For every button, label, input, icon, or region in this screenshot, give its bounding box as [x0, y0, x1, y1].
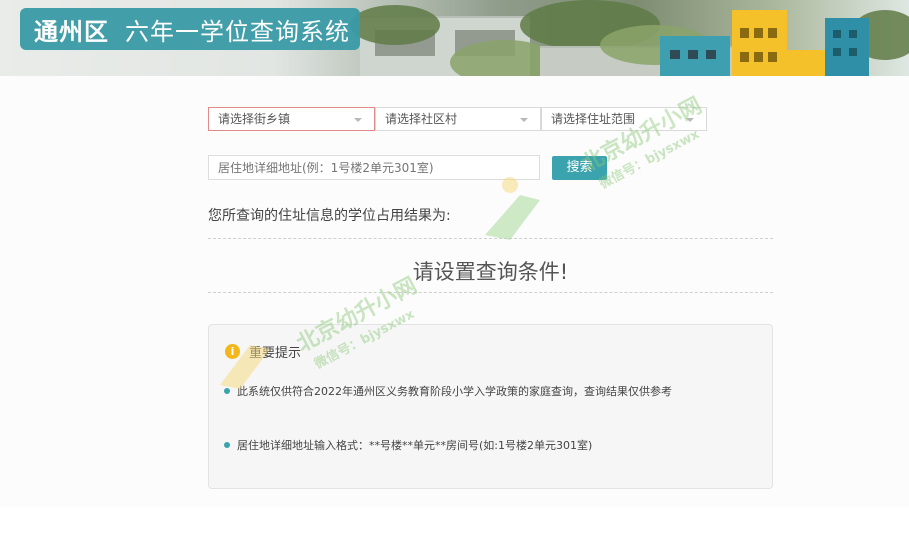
address-input[interactable] — [208, 155, 540, 180]
community-select-label: 请选择社区村 — [385, 112, 458, 126]
chevron-down-icon — [354, 118, 362, 122]
street-select-label: 请选择街乡镇 — [218, 112, 291, 126]
house-teal — [660, 36, 730, 76]
street-select[interactable]: 请选择街乡镇 — [208, 107, 375, 131]
search-button[interactable]: 搜索 — [552, 156, 607, 180]
result-message: 请设置查询条件! — [412, 260, 569, 284]
range-select-label: 请选择住址范围 — [551, 112, 636, 126]
notice-item-text: 此系统仅供符合2022年通州区义务教育阶段小学入学政策的家庭查询，查询结果仅供参… — [237, 385, 672, 398]
divider — [208, 292, 773, 293]
notice-item: 居住地详细地址输入格式：**号楼**单元**房间号(如:1号楼2单元301室) — [224, 437, 592, 453]
banner-foliage — [350, 5, 440, 45]
community-select[interactable]: 请选择社区村 — [375, 107, 541, 131]
district-name: 通州区 — [34, 17, 109, 46]
notice-item: 此系统仅供符合2022年通州区义务教育阶段小学入学政策的家庭查询，查询结果仅供参… — [224, 383, 672, 399]
result-label: 您所查询的住址信息的学位占用结果为: — [208, 208, 451, 224]
chevron-down-icon — [520, 118, 528, 122]
bullet-dot-icon — [224, 442, 230, 448]
chevron-down-icon — [686, 118, 694, 122]
house-yellow — [732, 10, 787, 76]
header-banner: 通州区 六年一学位查询系统 — [0, 0, 909, 76]
system-title-box: 通州区 六年一学位查询系统 — [20, 8, 360, 50]
info-icon: i — [225, 344, 240, 359]
system-title: 六年一学位查询系统 — [125, 17, 350, 46]
notice-title: 重要提示 — [249, 346, 302, 361]
notice-item-text: 居住地详细地址输入格式：**号楼**单元**房间号(如:1号楼2单元301室) — [237, 439, 593, 452]
range-select[interactable]: 请选择住址范围 — [541, 107, 707, 131]
bullet-dot-icon — [224, 388, 230, 394]
house-yellow-small — [787, 50, 825, 76]
notice-header: i 重要提示 — [225, 342, 301, 361]
divider — [208, 238, 773, 239]
notice-panel: i 重要提示 此系统仅供符合2022年通州区义务教育阶段小学入学政策的家庭查询，… — [208, 324, 773, 489]
house-blue — [825, 18, 869, 76]
